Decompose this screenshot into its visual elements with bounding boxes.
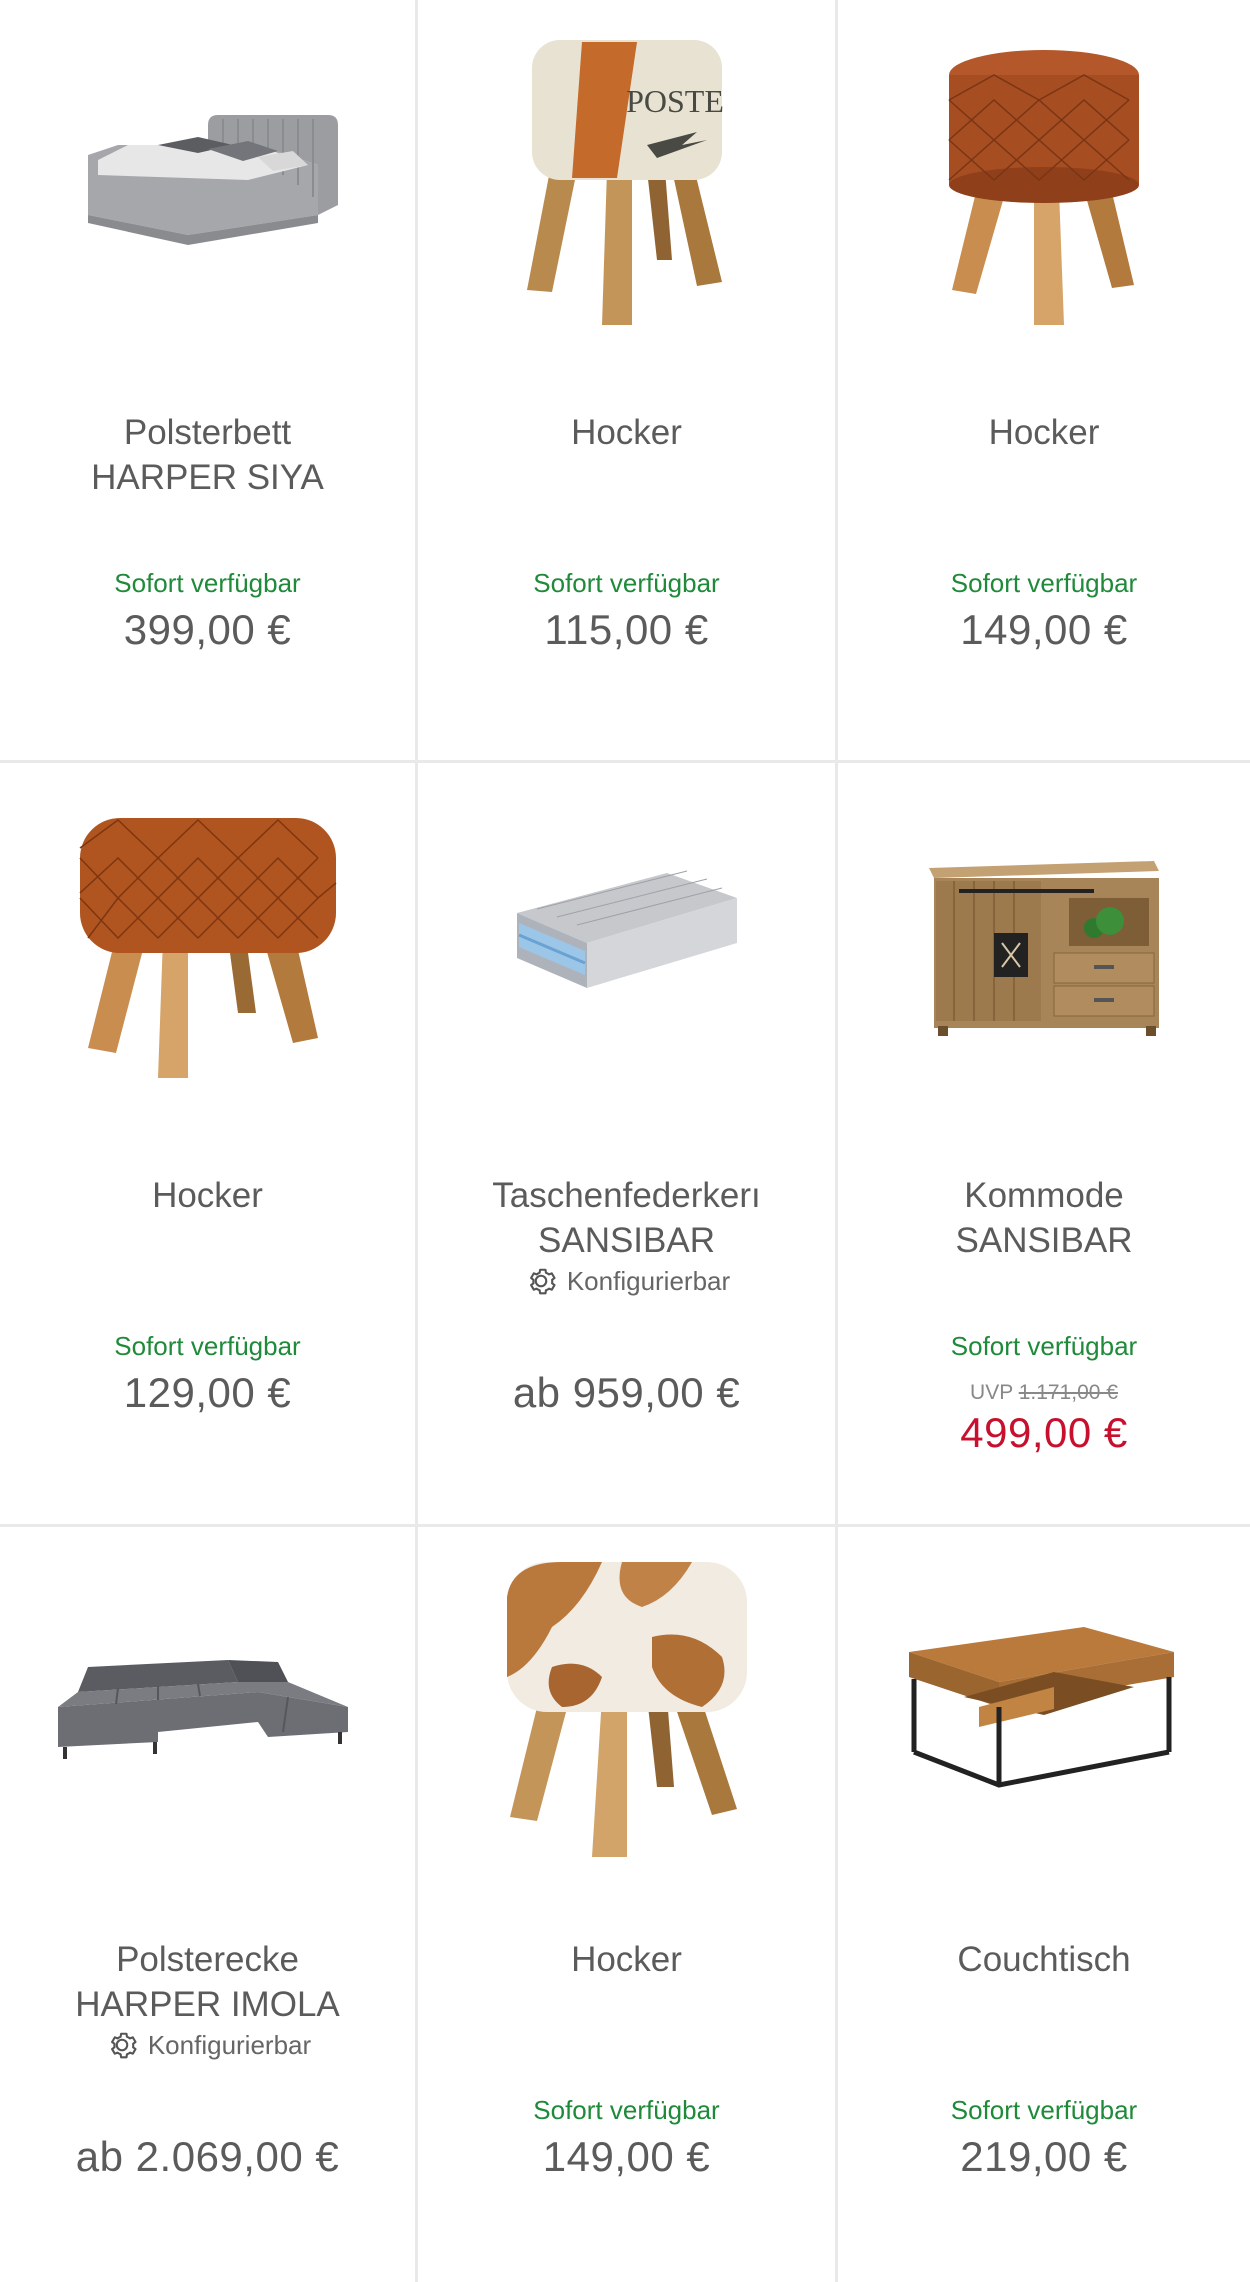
product-price: 129,00 € [123,1369,292,1416]
product-title[interactable]: Kommode SANSIBAR [848,1173,1240,1263]
uvp-price: 1.171,00 € [1018,1381,1118,1404]
product-image[interactable] [838,763,1250,1123]
product-price: ab 2.069,00 € [75,2133,340,2180]
quilted-leather-stool-image [78,818,336,1078]
availability-status: Sofort verfügbar [950,1331,1138,1361]
configurable-badge: Konfigurierbar [0,2027,415,2063]
product-price: 149,00 € [960,606,1128,653]
availability-status: Sofort verfügbar [950,2095,1138,2125]
product-price: ab 959,00 € [512,1369,741,1416]
product-image[interactable] [418,1527,835,1887]
product-price: 399,00 € [123,606,292,653]
product-card[interactable]: POSTE Hocker Sofort verfügbar 115,00 € [418,0,838,763]
product-image[interactable] [0,1527,415,1887]
product-price: 115,00 € [544,606,709,653]
product-card[interactable]: Hocker Sofort verfügbar 149,00 € [418,1527,838,2282]
round-leather-stool-image [948,50,1139,325]
product-image[interactable]: POSTE [418,0,835,360]
uvp-price-line: UVP 1.171,00 € [838,1381,1250,1405]
availability-status: Sofort verfügbar [533,568,720,598]
availability-status: Sofort verfügbar [114,568,301,598]
product-grid: Polsterbett HARPER SIYA Sofort verfügbar… [0,0,1250,2282]
product-card[interactable]: Taschenfederkerı SANSIBAR Konfigurierbar… [418,763,838,1527]
corner-sofa-image [57,1660,348,1759]
sideboard-image [929,861,1159,1036]
mattress-image [516,870,737,988]
product-title[interactable]: Taschenfederkerı SANSIBAR [428,1173,825,1263]
configurable-badge: Konfigurierbar [418,1263,835,1299]
product-card[interactable]: Hocker Sofort verfügbar 149,00 € [838,0,1250,763]
product-title[interactable]: Hocker [848,410,1240,455]
product-image[interactable] [838,1527,1250,1887]
product-card[interactable]: Polsterecke HARPER IMOLA Konfigurierbar … [0,1527,418,2282]
product-title[interactable]: Polsterbett HARPER SIYA [10,410,405,500]
product-title[interactable]: Polsterecke HARPER IMOLA [10,1937,405,2027]
product-image[interactable] [0,0,415,360]
product-card[interactable]: Polsterbett HARPER SIYA Sofort verfügbar… [0,0,418,763]
product-title[interactable]: Hocker [428,1937,825,1982]
product-image[interactable] [0,763,415,1123]
configurable-label: Konfigurierbar [566,1265,731,1296]
product-card[interactable]: Hocker Sofort verfügbar 129,00 € [0,763,418,1527]
product-price: 219,00 € [960,2133,1128,2180]
product-image[interactable] [418,763,835,1123]
configurable-label: Konfigurierbar [147,2029,312,2060]
availability-status: Sofort verfügbar [114,1331,301,1361]
product-image[interactable] [838,0,1250,360]
poste-label: POSTE [626,83,724,119]
gear-icon [110,2032,137,2059]
product-price: 149,00 € [542,2133,711,2180]
sale-price: 499,00 € [960,1409,1128,1456]
bed-image [87,115,338,245]
product-card[interactable]: Couchtisch Sofort verfügbar 219,00 € [838,1527,1250,2282]
product-title[interactable]: Hocker [10,1173,405,1218]
product-title[interactable]: Hocker [428,410,825,455]
product-title[interactable]: Couchtisch [848,1937,1240,1982]
cowhide-stool-image [506,1562,747,1857]
coffee-table-image [909,1627,1174,1788]
product-card[interactable]: Kommode SANSIBAR Sofort verfügbar UVP 1.… [838,763,1250,1527]
uvp-label: UVP [970,1381,1013,1404]
availability-status: Sofort verfügbar [950,568,1138,598]
poste-stool-image: POSTE [526,40,724,325]
gear-icon [529,1268,556,1295]
availability-status: Sofort verfügbar [533,2095,720,2125]
